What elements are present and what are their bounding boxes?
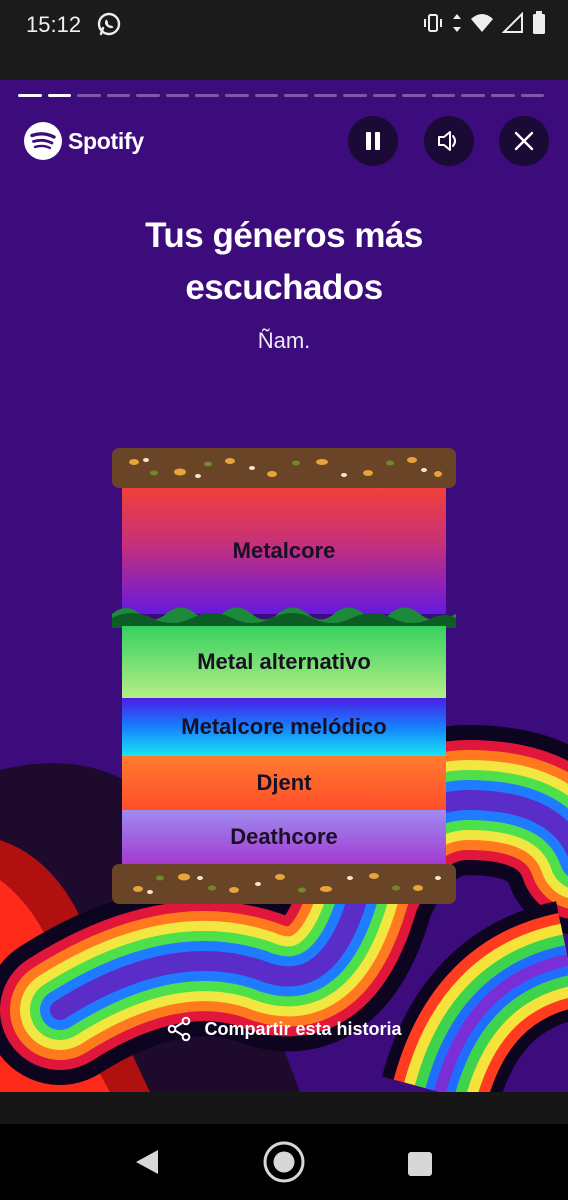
genre-layer-2: Metal alternativo <box>122 626 446 698</box>
battery-icon <box>532 11 546 40</box>
bread-bottom <box>112 864 456 904</box>
progress-segment <box>195 94 219 97</box>
home-button[interactable] <box>262 1140 306 1189</box>
pause-button[interactable] <box>348 116 398 166</box>
pause-icon <box>366 132 380 150</box>
brand-name: Spotify <box>68 127 144 154</box>
back-button[interactable] <box>134 1148 160 1181</box>
genre-label: Metal alternativo <box>197 649 371 674</box>
system-icons <box>422 11 546 40</box>
vibrate-icon <box>422 12 444 39</box>
story-progress <box>18 94 545 98</box>
progress-segment <box>284 94 308 97</box>
genre-layer-5: Deathcore <box>122 810 446 864</box>
share-icon <box>168 1016 191 1042</box>
close-button[interactable] <box>499 116 549 166</box>
genre-label: Djent <box>256 770 312 795</box>
share-label: Compartir esta historia <box>204 1018 402 1039</box>
progress-segment <box>18 94 42 97</box>
genre-label: Deathcore <box>230 824 338 849</box>
signal-icon <box>501 11 524 39</box>
progress-segment <box>343 94 367 97</box>
progress-segment <box>136 94 160 97</box>
wifi-icon <box>470 12 494 39</box>
recents-button[interactable] <box>408 1152 432 1176</box>
title-line-1: Tus géneros más <box>145 216 423 255</box>
progress-segment <box>106 94 131 97</box>
story-card[interactable]: Spotify Tus géneros más escuchados Ñam. <box>0 80 568 1092</box>
progress-segment <box>165 94 190 97</box>
bread-top <box>112 448 456 488</box>
back-icon <box>136 1150 158 1174</box>
lettuce-layer <box>112 607 456 628</box>
progress-segment <box>491 94 515 97</box>
progress-segment <box>461 94 485 97</box>
progress-segment <box>520 94 545 97</box>
title-line-2: escuchados <box>185 268 383 307</box>
progress-segment <box>372 94 397 97</box>
genre-label: Metalcore <box>232 538 336 563</box>
progress-segment <box>47 94 72 97</box>
volume-icon <box>438 131 456 151</box>
progress-segment <box>402 94 426 97</box>
genre-layer-1: Metalcore <box>122 488 446 614</box>
genre-layer-4: Djent <box>122 756 446 810</box>
status-time: 15:12 <box>26 12 82 37</box>
navigation-bar <box>0 1124 568 1200</box>
whatsapp-icon <box>96 11 122 42</box>
share-story-button[interactable]: Compartir esta historia <box>0 1016 568 1042</box>
progress-segment <box>431 94 456 97</box>
volume-button[interactable] <box>424 116 474 166</box>
close-icon <box>514 131 534 151</box>
genre-layer-3: Metalcore melódico <box>122 698 446 756</box>
story-subtitle: Ñam. <box>257 328 311 353</box>
spotify-logo: Spotify <box>24 122 144 160</box>
story-title: Tus géneros más escuchados <box>0 210 568 314</box>
data-arrows-icon <box>452 12 462 39</box>
progress-segment <box>77 94 101 97</box>
spotify-icon <box>24 122 62 160</box>
home-icon <box>263 1141 305 1183</box>
status-spacer <box>0 48 568 80</box>
status-bar: 15:12 <box>0 0 568 48</box>
progress-segment <box>254 94 279 97</box>
progress-segment <box>224 94 249 97</box>
genre-label: Metalcore melódico <box>181 714 387 739</box>
progress-segment <box>313 94 338 97</box>
